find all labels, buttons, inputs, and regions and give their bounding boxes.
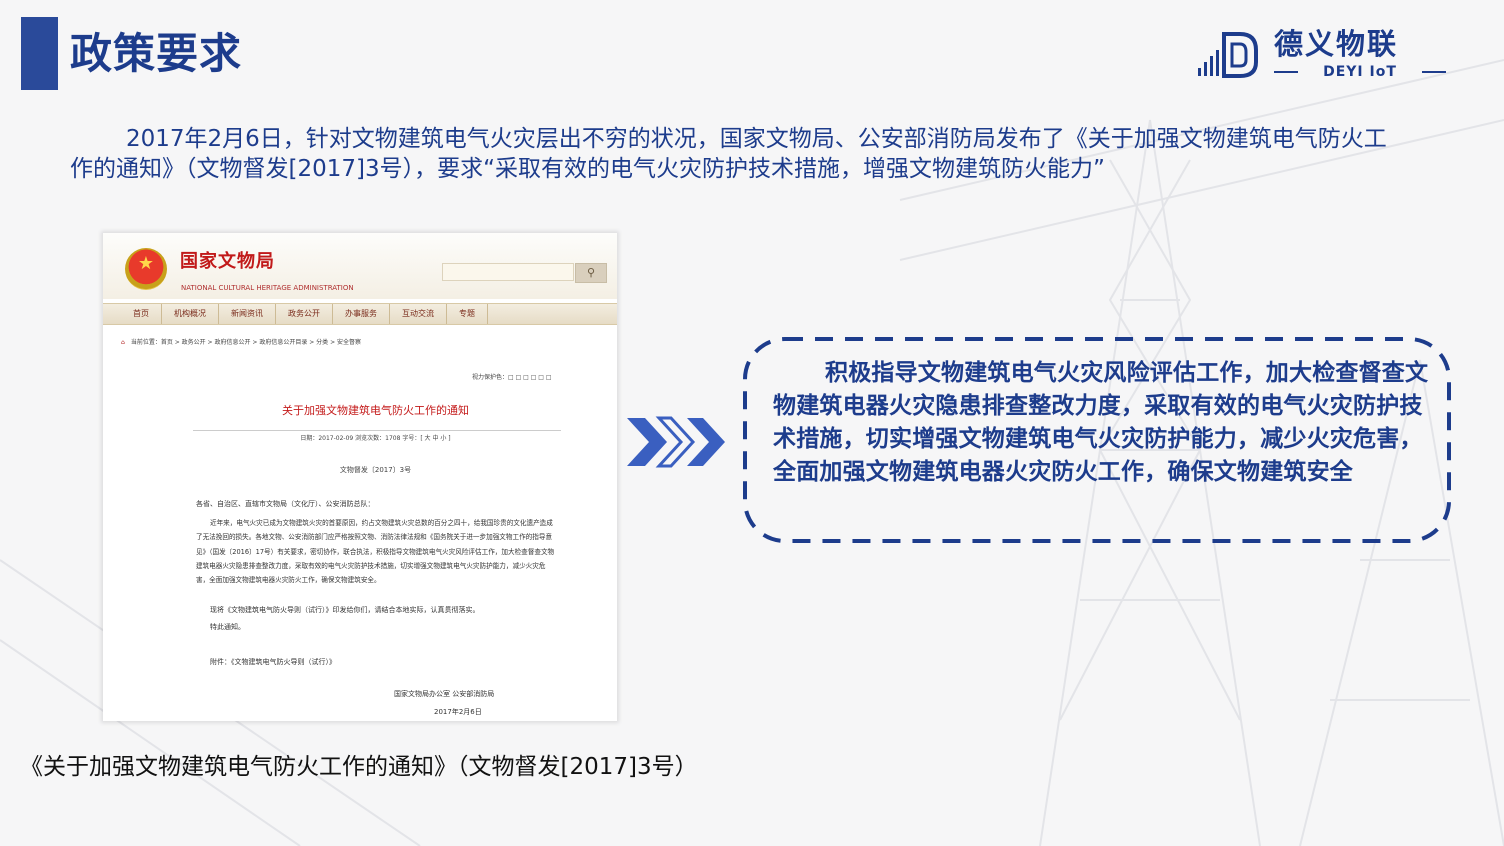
breadcrumb-text: 当前位置：首页 > 政务公开 > 政府信息公开 > 政府信息公开目录 > 分类 … <box>130 339 362 346</box>
webpage-nav: 首页 机构概况 新闻资讯 政务公开 办事服务 互动交流 专题 <box>103 303 617 325</box>
search-icon: ⚲ <box>586 266 596 279</box>
notice-body: 近年来，电气火灾已成为文物建筑火灾的首要原因，约占文物建筑火灾总数的百分之四十，… <box>196 516 558 587</box>
site-name: 国家文物局 <box>180 251 275 272</box>
logo-english-row: DEYI IoT <box>1274 64 1446 80</box>
nav-item: 机构概况 <box>162 304 219 324</box>
divider <box>193 430 561 431</box>
nav-item: 政务公开 <box>276 304 333 324</box>
notice-signature: 国家文物局办公室 公安部消防局 <box>394 690 495 698</box>
site-search-button: ⚲ <box>575 263 607 283</box>
notice-body-text: 近年来，电气火灾已成为文物建筑火灾的首要原因，约占文物建筑火灾总数的百分之四十，… <box>196 519 555 585</box>
notice-attachment: 附件：《文物建筑电气防火导则（试行）》 <box>210 658 336 666</box>
logo-d-icon <box>1198 32 1258 78</box>
webpage-header: ★ 国家文物局 NATIONAL CULTURAL HERITAGE ADMIN… <box>103 233 617 299</box>
nav-item: 办事服务 <box>333 304 390 324</box>
intro-text: 2017年2月6日，针对文物建筑电气火灾层出不穷的状况，国家文物局、公安部消防局… <box>70 126 1387 182</box>
eye-protection-colors: 视力保护色：□ □ □ □ □ □ <box>472 374 552 381</box>
intro-paragraph: 2017年2月6日，针对文物建筑电气火灾层出不穷的状况，国家文物局、公安部消防局… <box>70 124 1400 184</box>
nav-item: 互动交流 <box>390 304 447 324</box>
nav-item: 首页 <box>121 304 162 324</box>
home-icon: ⌂ <box>121 339 125 346</box>
breadcrumb: ⌂ 当前位置：首页 > 政务公开 > 政府信息公开 > 政府信息公开目录 > 分类… <box>121 339 361 347</box>
notice-date: 2017年2月6日 <box>434 708 482 716</box>
notice-guide-line: 现将《文物建筑电气防火导则（试行）》印发给你们，请结合本地实际，认真贯彻落实。 <box>210 606 480 614</box>
site-search-input <box>442 263 574 281</box>
chevron-arrows-icon <box>627 416 725 468</box>
screenshot-caption: 《关于加强文物建筑电气防火工作的通知》（文物督发[2017]3号） <box>20 754 698 780</box>
logo-english-name: DEYI IoT <box>1323 64 1397 80</box>
logo-chinese-name: 德义物联 <box>1274 27 1399 61</box>
notice-title: 关于加强文物建筑电气防火工作的通知 <box>282 404 469 417</box>
notice-closing: 特此通知。 <box>210 623 245 631</box>
logo-rule-right <box>1422 71 1446 73</box>
notice-meta: 日期：2017-02-09 浏览次数：1708 字号：[ 大 中 小 ] <box>300 435 451 442</box>
company-logo: 德义物联 DEYI IoT <box>1196 27 1456 84</box>
nav-item: 专题 <box>447 304 488 324</box>
callout-text: 积极指导文物建筑电气火灾风险评估工作，加大检查督查文物建筑电器火灾隐患排查整改力… <box>773 357 1433 489</box>
title-accent-bar <box>21 17 58 90</box>
notice-doc-number: 文物督发〔2017〕3号 <box>339 466 412 474</box>
notice-webpage-screenshot: ★ 国家文物局 NATIONAL CULTURAL HERITAGE ADMIN… <box>103 233 617 721</box>
page-title: 政策要求 <box>70 29 243 78</box>
notice-addressee: 各省、自治区、直辖市文物局（文化厅）、公安消防总队： <box>196 500 375 508</box>
site-name-en: NATIONAL CULTURAL HERITAGE ADMINISTRATIO… <box>181 284 354 292</box>
nav-item: 新闻资讯 <box>219 304 276 324</box>
logo-rule-left <box>1274 71 1298 73</box>
callout-text-content: 积极指导文物建筑电气火灾风险评估工作，加大检查督查文物建筑电器火灾隐患排查整改力… <box>773 360 1429 485</box>
national-emblem-icon: ★ <box>125 248 167 290</box>
